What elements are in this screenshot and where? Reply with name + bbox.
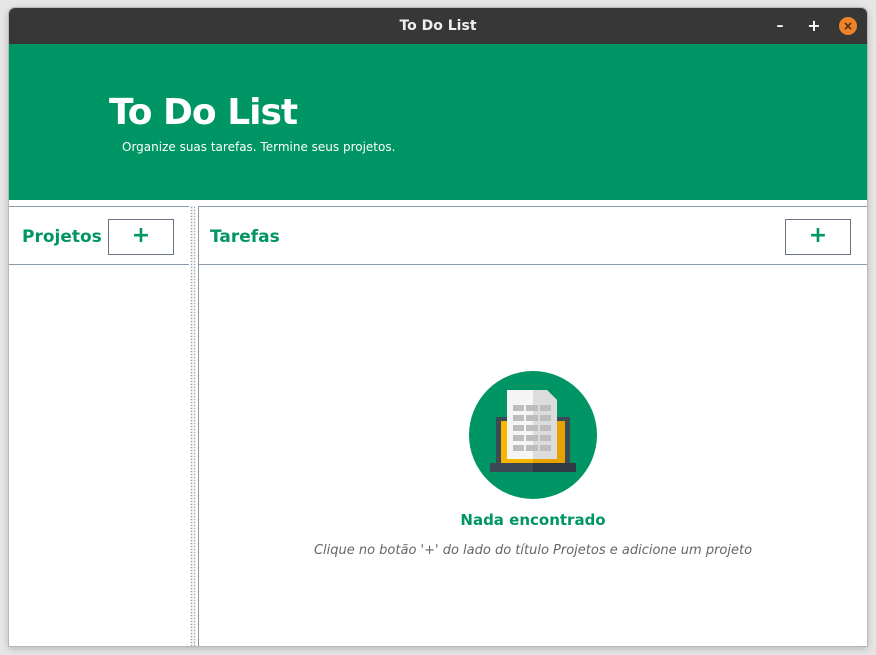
- empty-state: Nada encontrado Clique no botão '+' do l…: [199, 371, 867, 558]
- app-window: To Do List – + × To Do List Organize sua…: [9, 8, 867, 646]
- empty-state-title: Nada encontrado: [460, 511, 606, 529]
- maximize-button[interactable]: +: [805, 17, 823, 35]
- projects-title: Projetos: [22, 227, 102, 247]
- app-title: To Do List: [109, 92, 298, 133]
- app-header: To Do List Organize suas tarefas. Termin…: [9, 44, 867, 200]
- app-subtitle: Organize suas tarefas. Termine seus proj…: [122, 140, 396, 154]
- window-titlebar[interactable]: To Do List – + ×: [9, 8, 867, 44]
- projects-panel: Projetos +: [9, 206, 189, 646]
- tasks-panel: Tarefas + Nada encontrado Clique no botã…: [198, 206, 867, 646]
- laptop-document-icon: [469, 371, 597, 499]
- window-title: To Do List: [399, 18, 477, 34]
- close-button[interactable]: ×: [839, 17, 857, 35]
- add-project-button[interactable]: +: [108, 219, 174, 255]
- empty-state-hint: Clique no botão '+' do lado do título Pr…: [313, 543, 753, 558]
- tasks-panel-header: Tarefas +: [199, 207, 867, 265]
- add-task-button[interactable]: +: [785, 219, 851, 255]
- tasks-title: Tarefas: [210, 227, 280, 247]
- minimize-button[interactable]: –: [771, 17, 789, 35]
- projects-panel-header: Projetos +: [9, 207, 189, 265]
- panel-splitter[interactable]: [190, 206, 196, 646]
